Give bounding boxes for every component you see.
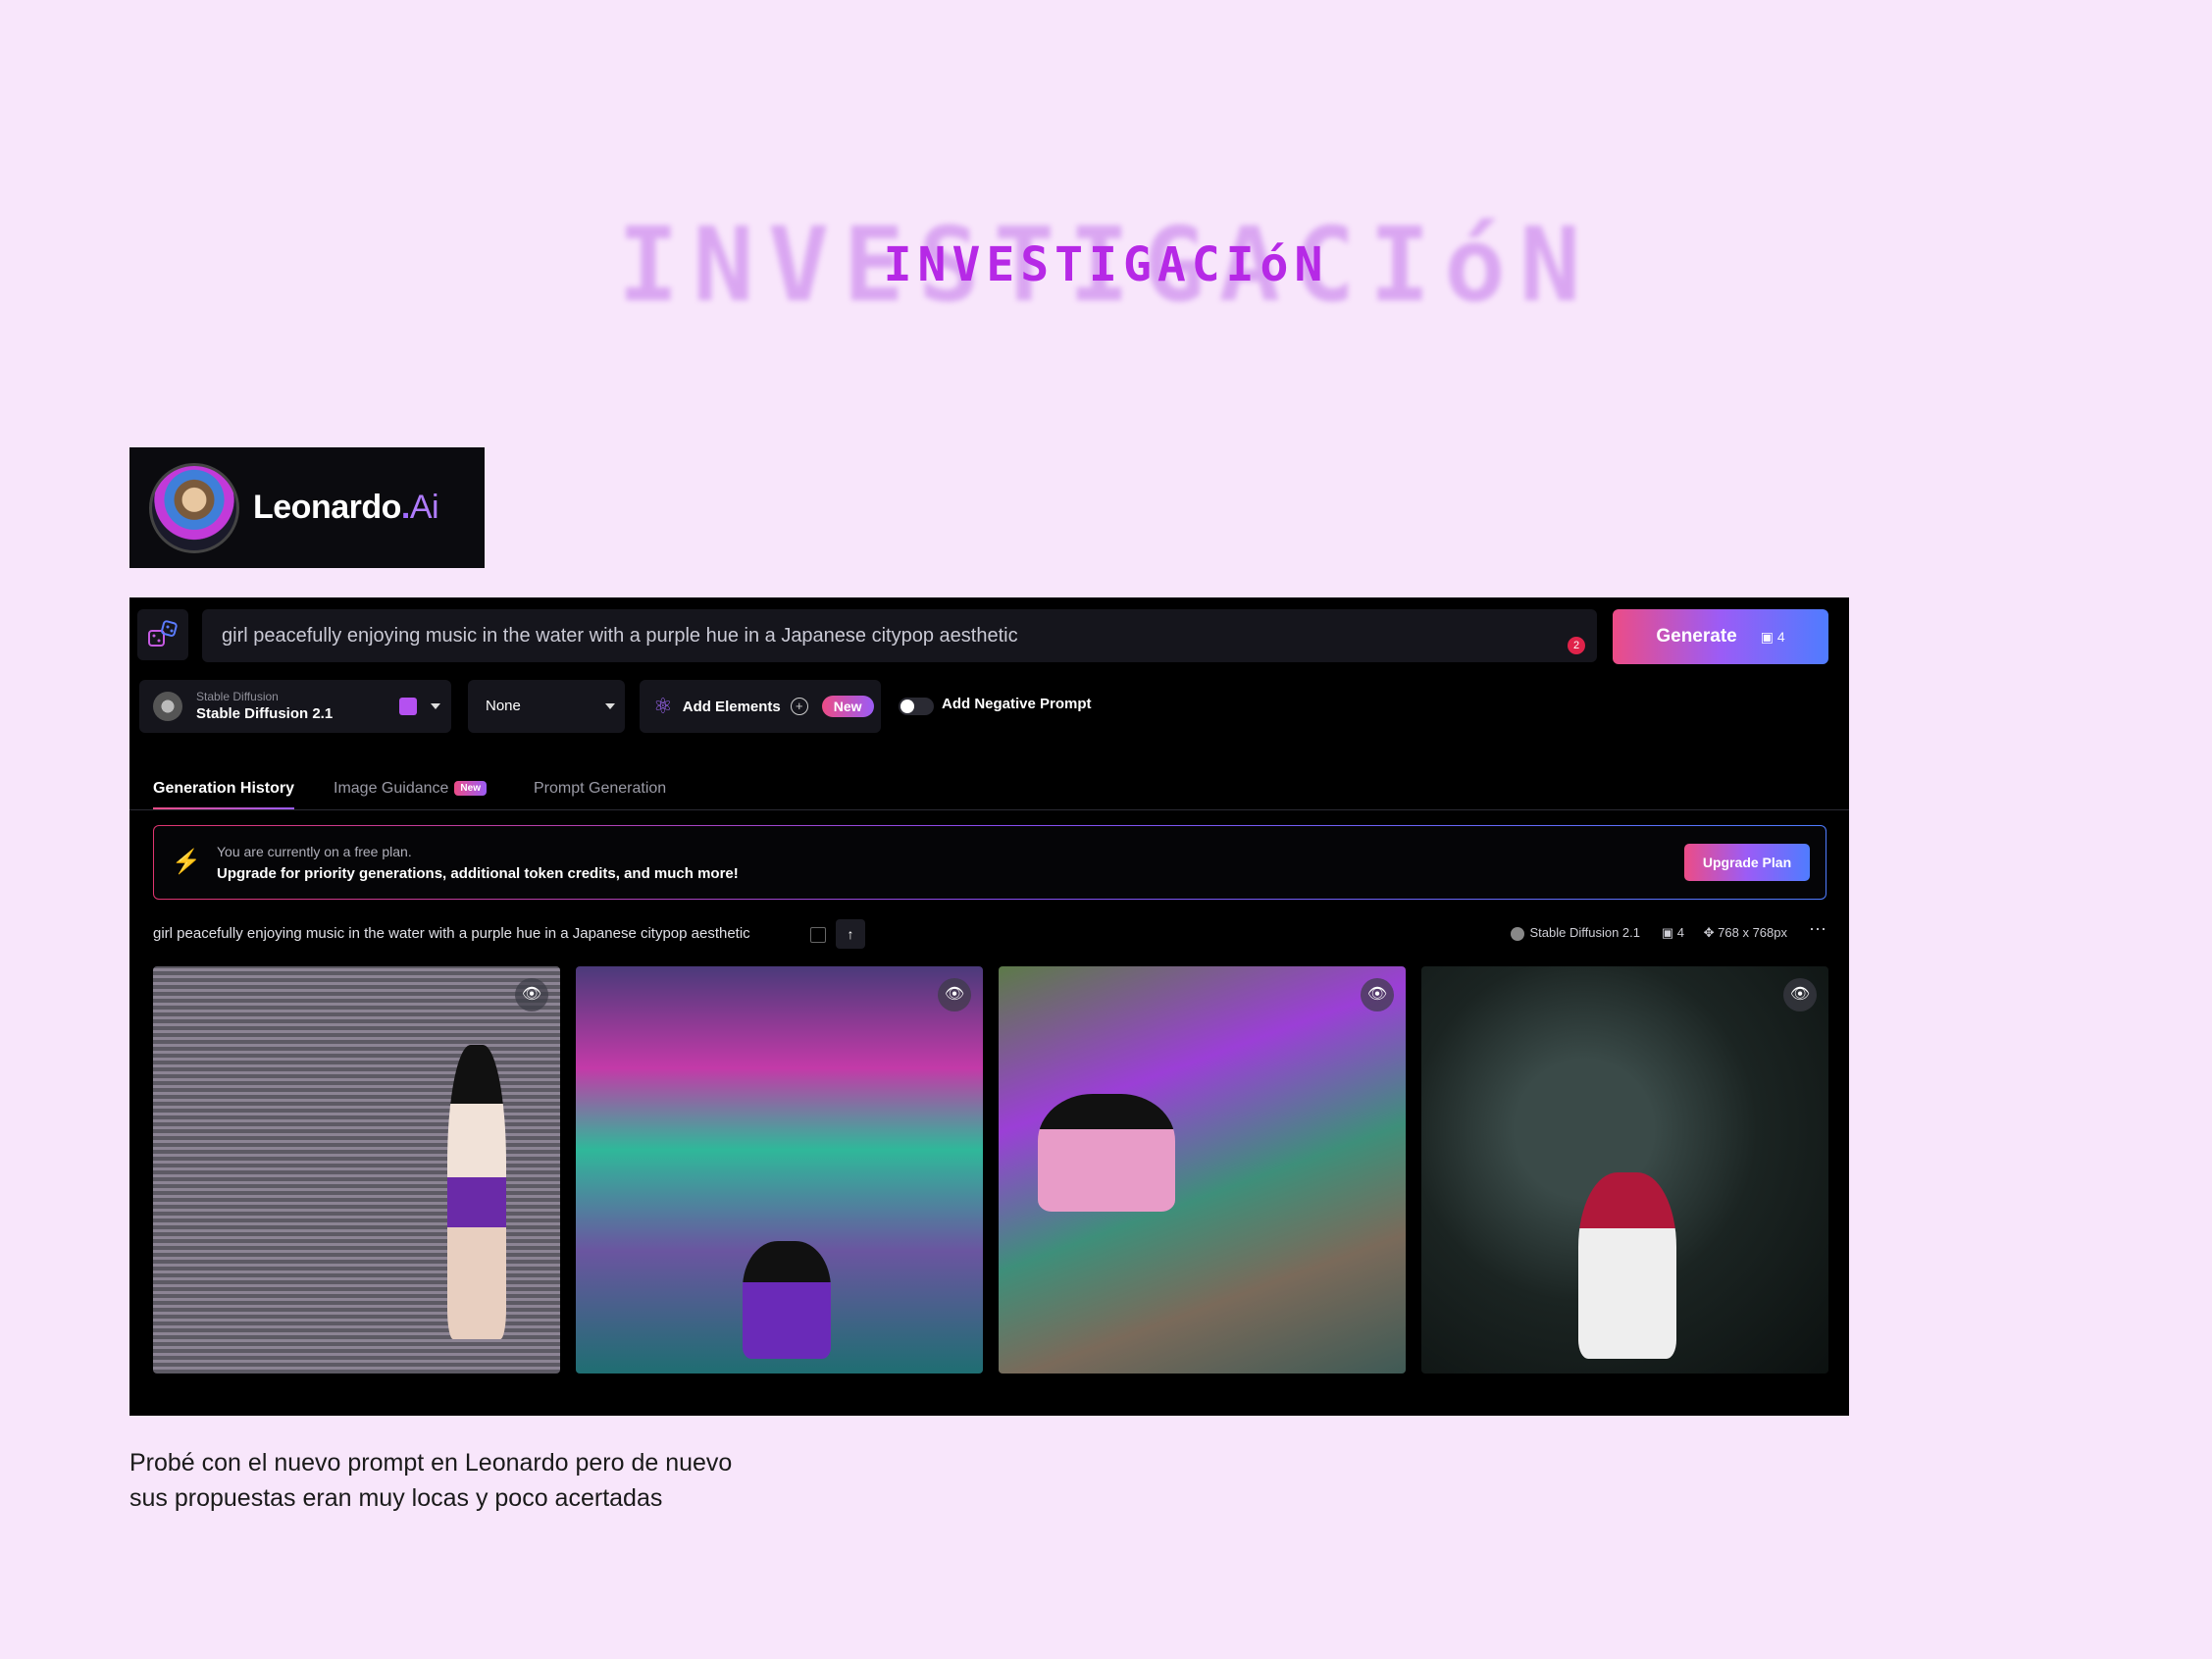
add-elements-button[interactable]: ⚛ Add Elements + New (640, 680, 881, 733)
model-info-icon[interactable] (399, 698, 417, 715)
girl-figure (743, 1241, 831, 1359)
negative-prompt-label: Add Negative Prompt (942, 696, 1092, 712)
eye-icon[interactable]: 👁 (1783, 978, 1817, 1011)
leonardo-app-screenshot: girl peacefully enjoying music in the wa… (129, 597, 1849, 1416)
generate-button[interactable]: Generate ▣ 4 (1613, 609, 1828, 664)
generation-model: Stable Diffusion 2.1 (1510, 925, 1641, 941)
caption-line-2: sus propuestas eran muy locas y poco ace… (129, 1484, 663, 1512)
generate-count: ▣ 4 (1761, 629, 1785, 646)
style-select-value: None (486, 698, 521, 714)
tab-bar: Generation History Image Guidance New Pro… (129, 766, 1849, 810)
model-avatar-icon (153, 692, 182, 721)
section-heading: INVESTIGACIóN INVESTIGACIóN (0, 196, 2212, 334)
lightning-icon: ⚡ (172, 849, 201, 875)
generation-size-value: 768 x 768px (1718, 925, 1787, 940)
more-options-icon[interactable]: ⋯ (1809, 919, 1826, 940)
toggle-knob (900, 700, 914, 713)
arrow-up-icon: ↑ (847, 926, 854, 942)
logo-suffix: Ai (409, 489, 439, 526)
copy-icon[interactable] (810, 927, 826, 943)
generation-count-value: 4 (1676, 925, 1684, 940)
generation-size: ✥ 768 x 768px (1704, 925, 1787, 941)
generation-meta-row: girl peacefully enjoying music in the wa… (153, 917, 1826, 949)
generation-model-label: Stable Diffusion 2.1 (1529, 925, 1641, 940)
free-plan-banner: ⚡ You are currently on a free plan. Upgr… (153, 825, 1826, 900)
chevron-down-icon (431, 703, 440, 709)
model-sub-label: Stable Diffusion (196, 690, 279, 703)
generate-label: Generate (1656, 626, 1737, 647)
upgrade-plan-button[interactable]: Upgrade Plan (1684, 844, 1810, 881)
leonardo-logo: Leonardo.Ai (129, 447, 485, 568)
atom-icon: ⚛ (653, 694, 673, 718)
caption: Probé con el nuevo prompt en Leonardo pe… (129, 1445, 732, 1516)
move-icon: ✥ (1703, 925, 1719, 940)
eye-icon[interactable]: 👁 (515, 978, 548, 1011)
generated-image-3[interactable]: 👁 (999, 966, 1406, 1374)
eye-icon[interactable]: 👁 (1361, 978, 1394, 1011)
dice-icon (148, 620, 178, 647)
generated-image-4[interactable]: 👁 (1421, 966, 1828, 1374)
girl-figure (447, 1045, 506, 1339)
active-tab-indicator (153, 807, 294, 809)
random-prompt-button[interactable] (137, 609, 188, 660)
images-icon: ▣ (1661, 925, 1677, 940)
prompt-text[interactable]: girl peacefully enjoying music in the wa… (222, 625, 1018, 648)
model-avatar-icon (1510, 926, 1524, 941)
tab-new-badge: New (454, 781, 487, 797)
negative-prompt-toggle[interactable] (899, 698, 934, 715)
reuse-prompt-button[interactable]: ↑ (836, 919, 865, 949)
generation-count: ▣ 4 (1662, 925, 1684, 941)
caption-line-1: Probé con el nuevo prompt en Leonardo pe… (129, 1449, 733, 1477)
app-footer (129, 1398, 1849, 1416)
new-badge: New (821, 696, 874, 717)
model-select[interactable]: Stable Diffusion Stable Diffusion 2.1 (139, 680, 451, 733)
generated-image-2[interactable]: 👁 (576, 966, 983, 1374)
spellcheck-badge: 2 (1568, 637, 1585, 654)
eye-icon[interactable]: 👁 (938, 978, 971, 1011)
girl-figure (1578, 1172, 1676, 1359)
logo-dot: . (400, 489, 410, 526)
style-select[interactable]: None (468, 680, 625, 733)
add-elements-label: Add Elements (682, 698, 781, 715)
model-name: Stable Diffusion 2.1 (196, 705, 334, 722)
upgrade-pitch-text: Upgrade for priority generations, additi… (217, 865, 739, 882)
prompt-input[interactable]: girl peacefully enjoying music in the wa… (202, 609, 1597, 662)
tab-image-guidance-label: Image Guidance (334, 780, 449, 797)
generate-count-value: 4 (1776, 628, 1785, 645)
chevron-down-icon (605, 703, 615, 709)
plan-status-text: You are currently on a free plan. (217, 844, 412, 859)
logo-wordmark: Leonardo.Ai (253, 489, 439, 527)
generated-image-1[interactable]: 👁 (153, 966, 560, 1374)
heading-title: INVESTIGACIóN (883, 237, 1329, 292)
girl-figure (1038, 1094, 1175, 1212)
tab-prompt-generation[interactable]: Prompt Generation (534, 780, 666, 798)
plus-icon: + (790, 698, 808, 715)
logo-avatar-icon (149, 462, 239, 553)
tab-generation-history[interactable]: Generation History (153, 780, 294, 798)
generation-prompt: girl peacefully enjoying music in the wa… (153, 925, 750, 942)
logo-brand: Leonardo (253, 489, 401, 526)
images-icon: ▣ (1760, 628, 1777, 645)
tab-image-guidance[interactable]: Image Guidance New (334, 780, 487, 798)
